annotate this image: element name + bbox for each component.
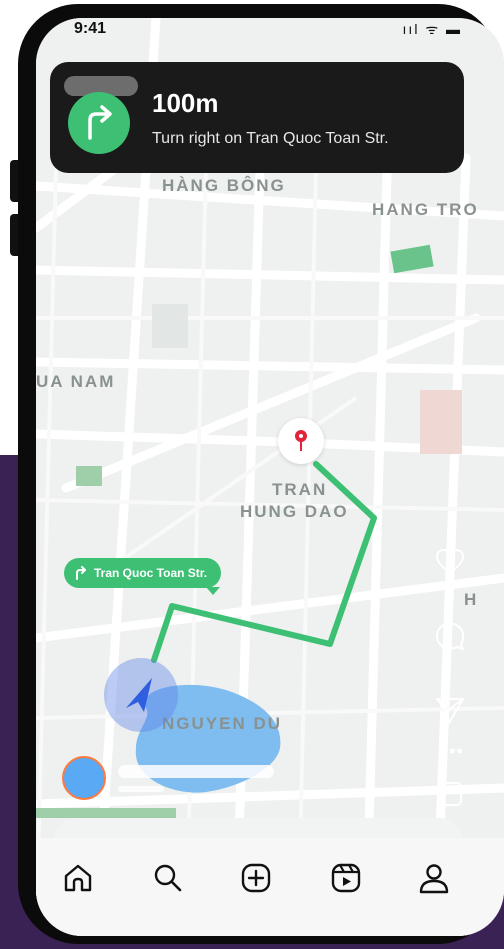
route-street-tag[interactable]: Tran Quoc Toan Str. xyxy=(64,558,222,595)
map-label-hang-tro: HANG TRO xyxy=(372,200,479,219)
more-icon[interactable]: ••• xyxy=(442,741,464,762)
username-placeholder xyxy=(118,765,274,778)
heart-icon[interactable] xyxy=(434,546,466,578)
comment-icon[interactable] xyxy=(434,620,466,652)
avatar[interactable] xyxy=(62,756,106,800)
reels-icon[interactable] xyxy=(328,860,368,900)
caption-placeholder xyxy=(118,786,164,792)
status-bar: 9:41 ııl ᯤ ▬ xyxy=(36,18,504,58)
nav-instruction: Turn right on Tran Quoc Toan Str. xyxy=(152,130,389,147)
nav-distance: 100m xyxy=(152,88,219,118)
search-icon[interactable] xyxy=(150,860,190,900)
map-label-hang-bong: HÀNG BÔNG xyxy=(162,176,286,195)
home-icon[interactable] xyxy=(60,860,100,900)
bookmark-icon[interactable] xyxy=(434,778,466,810)
turn-right-arrow-icon xyxy=(68,92,130,154)
add-icon[interactable] xyxy=(238,860,278,900)
map-label-nguyen-du: NGUYEN DU xyxy=(162,714,283,733)
current-location-icon[interactable] xyxy=(104,658,178,732)
send-icon[interactable] xyxy=(434,694,466,726)
tab-bar xyxy=(36,838,504,936)
navigation-banner[interactable]: 100m Turn right on Tran Quoc Toan Str. xyxy=(50,62,464,173)
map-label-h: H xyxy=(464,590,479,609)
status-time: 9:41 xyxy=(74,20,107,37)
map-label-tran: TRAN xyxy=(272,480,328,499)
status-icons: ııl ᯤ ▬ xyxy=(402,21,462,37)
phone-screen: 9:41 ııl ᯤ ▬ HÀNG BÔNG HANG TRO UA NAM T… xyxy=(36,18,504,936)
turn-right-icon xyxy=(74,566,88,580)
destination-pin-icon[interactable] xyxy=(278,418,324,464)
map-label-hung-dao: HUNG DAO xyxy=(240,502,349,521)
profile-icon[interactable] xyxy=(416,860,456,900)
route-tag-pointer xyxy=(206,587,220,595)
route-tag-label: Tran Quoc Toan Str. xyxy=(94,566,208,580)
map-label-ua-nam: UA NAM xyxy=(36,372,116,391)
